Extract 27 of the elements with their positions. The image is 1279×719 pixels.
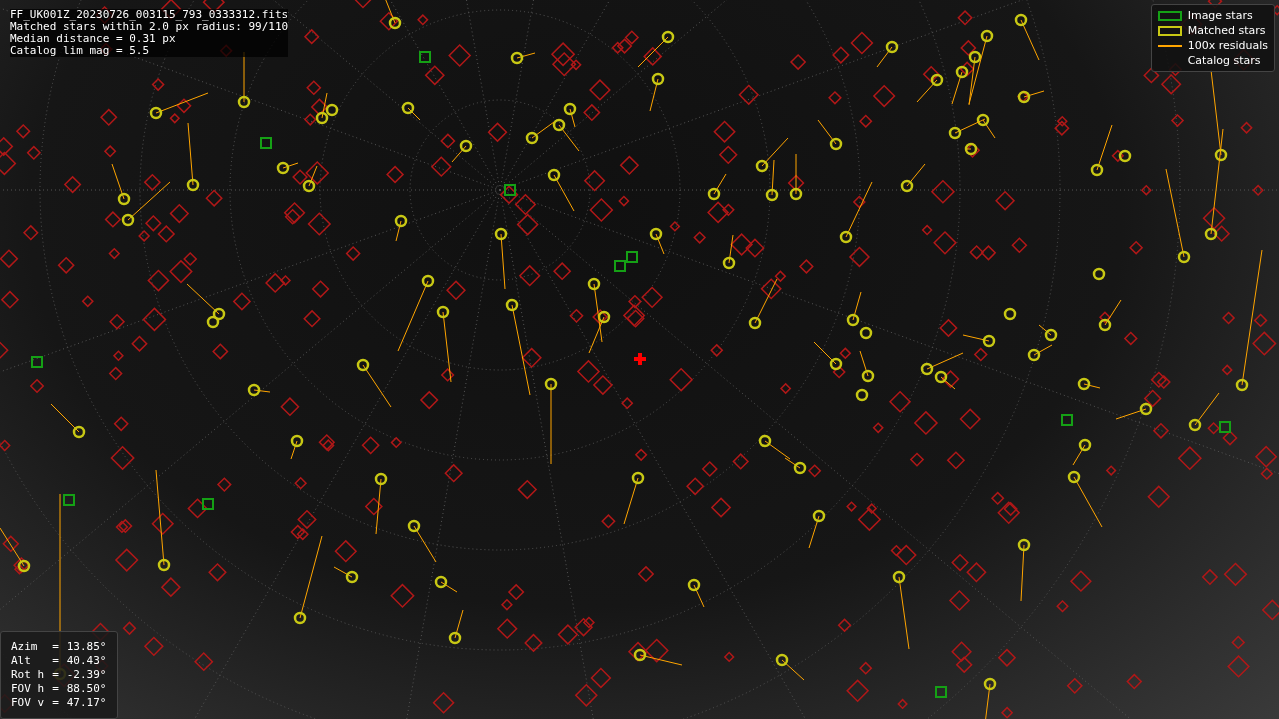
equals-sign: = — [52, 668, 59, 682]
legend-label: Catalog stars — [1187, 54, 1261, 67]
pointing-label: FOV h — [11, 682, 45, 696]
equals-sign: = — [52, 654, 59, 668]
pointing-value: 47.17° — [66, 696, 107, 710]
equals-sign: = — [52, 682, 59, 696]
legend-label: 100x residuals — [1187, 39, 1268, 52]
pointing-label: Alt — [11, 654, 32, 668]
center-cross-icon — [634, 353, 646, 365]
pointing-label: FOV v — [11, 696, 45, 710]
pointing-value: -2.39° — [66, 668, 107, 682]
matched-star-box-icon — [1157, 25, 1182, 36]
info-text: FF_UK001Z_20230726_003115_793_0333312.fits — [10, 9, 289, 21]
equals-sign: = — [52, 696, 59, 710]
info-text: Median distance = 0.31 px — [10, 33, 177, 45]
equals-sign: = — [52, 640, 59, 654]
pointing-value: 40.43° — [66, 654, 107, 668]
pointing-label: Azim — [11, 640, 39, 654]
pointing-value: 88.50° — [66, 682, 107, 696]
image-star-box-icon — [1157, 10, 1182, 21]
info-text: Catalog lim mag = 5.5 — [10, 45, 151, 57]
line-icon — [1157, 44, 1182, 47]
info-text: Matched stars within 2.0 px radius: 99/110 — [10, 21, 289, 33]
legend-label: Image stars — [1187, 9, 1253, 22]
pointing-value: 13.85° — [66, 640, 107, 654]
legend-label: Matched stars — [1187, 24, 1266, 37]
pointing-label: Rot h — [11, 668, 45, 682]
